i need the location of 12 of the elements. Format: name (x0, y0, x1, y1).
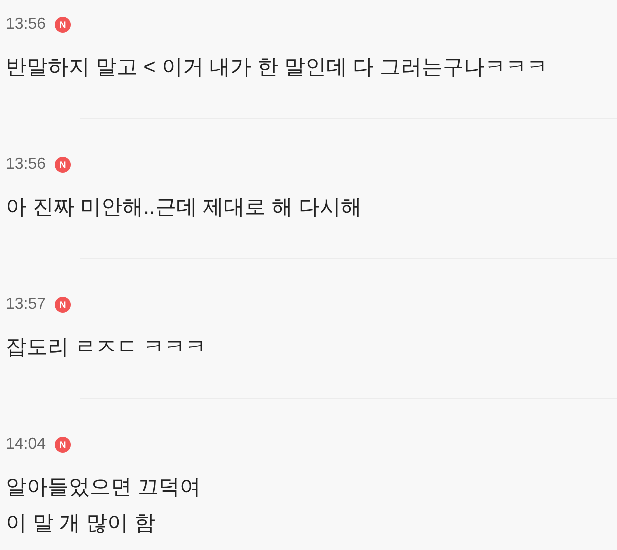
message-time: 13:56 (6, 156, 46, 174)
new-badge: N (55, 437, 72, 453)
new-badge: N (55, 297, 72, 313)
message-text: 알아들었으면 끄덕여 이 말 개 많이 함 (6, 475, 202, 537)
new-badge: N (55, 17, 72, 33)
message-text: 반말하지 말고 < 이거 내가 한 말인데 다 그러는구나ㅋㅋㅋ (6, 55, 549, 81)
new-badge: N (55, 157, 72, 173)
message-text: 잡도리 ㄹㅈㄷ ㅋㅋㅋ (6, 335, 208, 361)
message-time: 13:57 (6, 296, 46, 314)
message-time: 14:04 (6, 436, 46, 454)
message-text: 아 진짜 미안해..근데 제대로 해 다시해 (6, 195, 363, 221)
message-time: 13:56 (6, 16, 46, 34)
